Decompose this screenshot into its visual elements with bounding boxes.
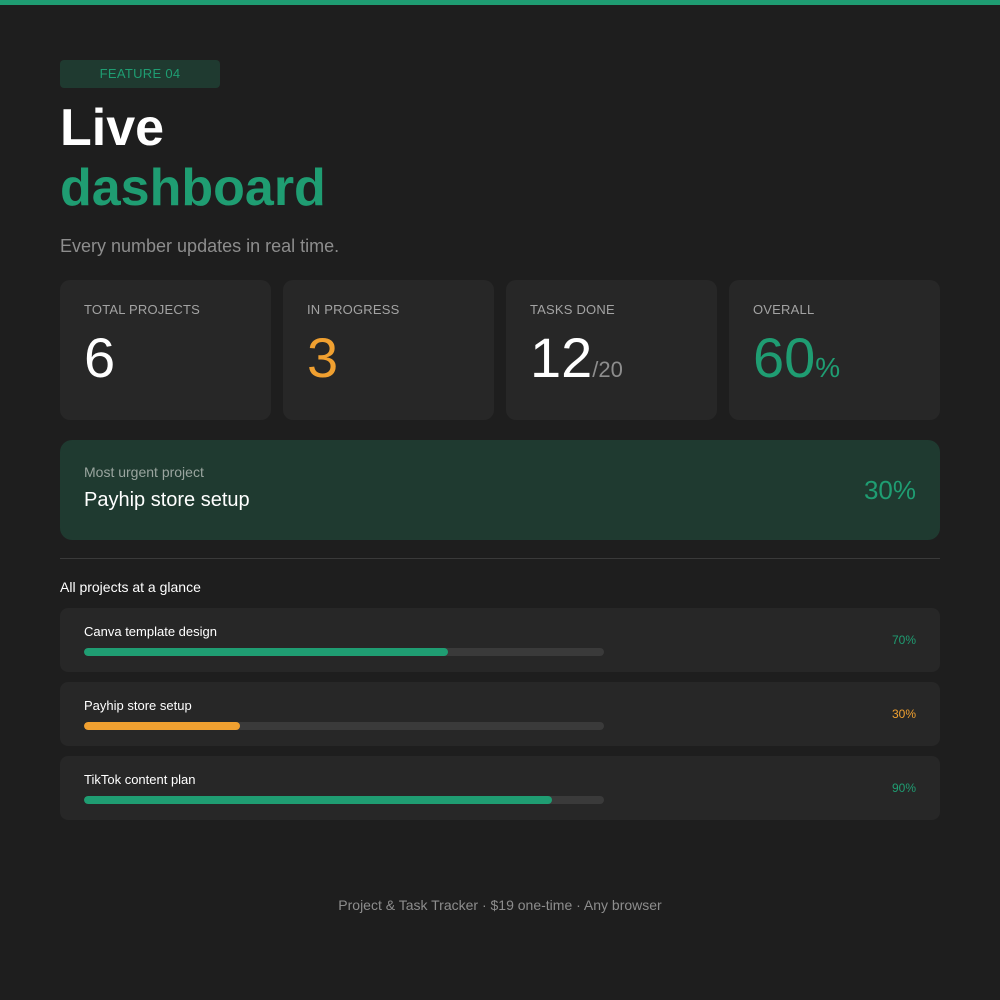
stat-label: OVERALL — [753, 302, 815, 317]
stat-number: 60 — [753, 326, 816, 389]
progress-track — [84, 648, 604, 656]
page-title-line2: dashboard — [60, 159, 326, 217]
stat-value: 12/20 — [530, 326, 693, 402]
stat-suffix: % — [815, 352, 841, 383]
urgent-project-name: Payhip store setup — [84, 489, 250, 511]
stat-value: 60% — [753, 326, 916, 400]
progress-fill — [84, 796, 552, 804]
project-percent: 70% — [891, 633, 916, 647]
stat-number: 6 — [84, 326, 116, 389]
section-divider — [60, 558, 940, 559]
stat-card-in-progress: IN PROGRESS 3 — [283, 280, 494, 420]
project-name: TikTok content plan — [84, 772, 196, 787]
stats-row: TOTAL PROJECTS 6 IN PROGRESS 3 TASKS DON… — [60, 280, 940, 420]
footer-text: Project & Task Tracker · $19 one-time · … — [338, 897, 662, 913]
progress-fill — [84, 648, 448, 656]
progress-fill — [84, 722, 240, 730]
project-name: Canva template design — [84, 624, 217, 639]
progress-track — [84, 796, 604, 804]
stat-label: TASKS DONE — [530, 302, 615, 317]
urgent-project-percent: 30% — [863, 475, 916, 505]
stat-label: IN PROGRESS — [307, 302, 400, 317]
stat-value: 6 — [84, 326, 247, 390]
stat-card-tasks-done: TASKS DONE 12/20 — [506, 280, 717, 420]
project-row[interactable]: Canva template design 70% — [60, 608, 940, 672]
project-percent: 90% — [891, 781, 916, 795]
project-row[interactable]: TikTok content plan 90% — [60, 756, 940, 820]
project-name: Payhip store setup — [84, 698, 192, 713]
project-percent: 30% — [891, 707, 916, 721]
page-title-line1: Live — [60, 99, 165, 157]
urgent-project-card[interactable]: Most urgent project Payhip store setup 3… — [60, 440, 940, 540]
page-title: Live dashboard — [60, 98, 326, 218]
stat-card-overall: OVERALL 60% — [729, 280, 940, 420]
feature-badge: FEATURE 04 — [60, 60, 220, 88]
progress-track — [84, 722, 604, 730]
stat-number: 3 — [307, 326, 339, 389]
stat-card-total-projects: TOTAL PROJECTS 6 — [60, 280, 271, 420]
stat-label: TOTAL PROJECTS — [84, 302, 200, 317]
top-accent-bar — [0, 0, 1000, 5]
projects-list: Canva template design 70% Payhip store s… — [60, 608, 940, 830]
stat-suffix: /20 — [592, 357, 623, 382]
page-subtitle: Every number updates in real time. — [60, 236, 340, 256]
projects-section-title: All projects at a glance — [60, 579, 201, 595]
stat-number: 12 — [530, 326, 593, 389]
urgent-project-label: Most urgent project — [84, 464, 204, 480]
project-row[interactable]: Payhip store setup 30% — [60, 682, 940, 746]
stat-value: 3 — [307, 326, 470, 390]
